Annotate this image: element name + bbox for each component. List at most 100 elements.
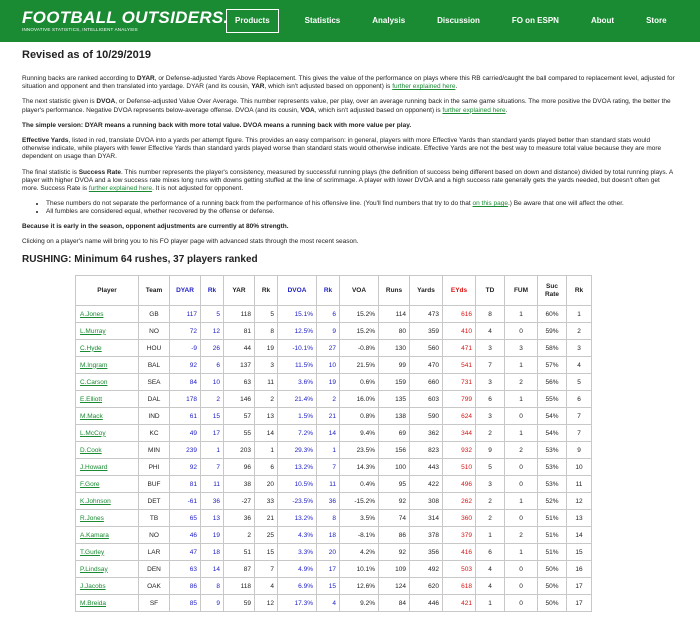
cell-voa: 3.5% <box>339 509 379 528</box>
col-yards[interactable]: Yards <box>409 275 443 307</box>
nav-about[interactable]: About <box>583 9 622 33</box>
col-dvoa[interactable]: DVOA <box>277 275 317 307</box>
player-link[interactable]: K.Johnson <box>80 498 111 505</box>
cell-yar: 87 <box>223 560 255 579</box>
cell-team: LAR <box>138 543 170 562</box>
col-dvoa-rank[interactable]: Rk <box>316 275 340 307</box>
col-yar-rank[interactable]: Rk <box>254 275 278 307</box>
table-row: J.Jacobs OAK 86 8 118 4 6.9% 15 12.6% 124 620 618 4 0… <box>75 577 592 596</box>
col-eyds[interactable]: EYds <box>442 275 476 307</box>
cell-runs: 124 <box>378 577 410 596</box>
player-link[interactable]: E.Elliott <box>80 396 102 403</box>
player-link[interactable]: M.Ingram <box>80 362 107 369</box>
click-player-note: Clicking on a player's name will bring y… <box>22 237 359 245</box>
dvoa-explained-link[interactable]: further explained here <box>442 107 505 114</box>
cell-dyar: -9 <box>169 339 201 358</box>
cell-eyds: 731 <box>442 373 476 392</box>
cell-team: GB <box>138 305 170 324</box>
col-td[interactable]: TD <box>475 275 505 307</box>
site-logo[interactable]: FOOTBALL OUTSIDERS. INNOVATIVE STATISTIC… <box>22 9 229 33</box>
cell-td: 2 <box>475 509 505 528</box>
cell-fum: 1 <box>504 424 538 443</box>
player-link[interactable]: M.Mack <box>80 413 103 420</box>
col-player[interactable]: Player <box>75 275 139 307</box>
cell-dvoa: 13.2% <box>277 458 317 477</box>
table-row: M.Breida SF 85 9 59 12 17.3% 4 9.2% 84 446 421 1 0 50%… <box>75 594 592 613</box>
nav-discussion[interactable]: Discussion <box>429 9 488 33</box>
text-bold: YAR <box>251 83 265 91</box>
ol-page-link[interactable]: on this page <box>473 200 508 207</box>
cell-player-name: C.Carson <box>75 373 139 392</box>
cell-td: 5 <box>475 458 505 477</box>
cell-eyds: 932 <box>442 441 476 460</box>
cell-voa: 0.4% <box>339 475 379 494</box>
cell-suc-rate: 59% <box>537 322 567 341</box>
player-link[interactable]: L.McCoy <box>80 430 106 437</box>
cell-yar-rank: 2 <box>254 390 278 409</box>
cell-voa: 0.8% <box>339 407 379 426</box>
cell-team: DET <box>138 492 170 511</box>
player-link[interactable]: A.Jones <box>80 311 104 318</box>
cell-suc-rank: 17 <box>566 594 592 613</box>
cell-dvoa-rank: 9 <box>316 322 340 341</box>
text: . It is not adjusted for opponent. <box>152 185 244 193</box>
cell-suc-rate: 53% <box>537 441 567 460</box>
player-link[interactable]: C.Hyde <box>80 345 102 352</box>
table-row: M.Mack IND 61 15 57 13 1.5% 21 0.8% 138 590 624 3 0 54… <box>75 407 592 426</box>
cell-voa: 10.1% <box>339 560 379 579</box>
col-suc-rate[interactable]: Suc Rate <box>537 275 567 307</box>
col-yar[interactable]: YAR <box>223 275 255 307</box>
col-runs[interactable]: Runs <box>378 275 410 307</box>
cell-dyar: 117 <box>169 305 201 324</box>
player-link[interactable]: J.Jacobs <box>80 583 106 590</box>
cell-eyds: 379 <box>442 526 476 545</box>
col-suc-rank[interactable]: Rk <box>566 275 592 307</box>
player-link[interactable]: D.Cook <box>80 447 102 454</box>
cell-player-name: C.Hyde <box>75 339 139 358</box>
cell-suc-rank: 16 <box>566 560 592 579</box>
nav-fo-on-espn[interactable]: FO on ESPN <box>504 9 567 33</box>
player-link[interactable]: L.Murray <box>80 328 106 335</box>
player-link[interactable]: A.Kamara <box>80 532 109 539</box>
cell-fum: 0 <box>504 322 538 341</box>
cell-runs: 138 <box>378 407 410 426</box>
cell-player-name: M.Breida <box>75 594 139 613</box>
dyar-explained-link[interactable]: further explained here <box>392 83 455 90</box>
cell-eyds: 510 <box>442 458 476 477</box>
nav-store[interactable]: Store <box>638 9 674 33</box>
col-team[interactable]: Team <box>138 275 170 307</box>
player-link[interactable]: C.Carson <box>80 379 107 386</box>
player-link[interactable]: P.Lindsay <box>80 566 108 573</box>
cell-suc-rank: 7 <box>566 407 592 426</box>
cell-suc-rank: 3 <box>566 339 592 358</box>
success-rate-explained-link[interactable]: further explained here <box>89 185 152 192</box>
cell-suc-rate: 54% <box>537 407 567 426</box>
col-dyar-rank[interactable]: Rk <box>200 275 224 307</box>
nav-products[interactable]: Products <box>226 9 279 33</box>
cell-dvoa: 4.9% <box>277 560 317 579</box>
cell-suc-rank: 12 <box>566 492 592 511</box>
player-link[interactable]: R.Jones <box>80 515 104 522</box>
cell-suc-rate: 52% <box>537 492 567 511</box>
cell-dyar: 178 <box>169 390 201 409</box>
cell-eyds: 410 <box>442 322 476 341</box>
cell-dyar-rank: 6 <box>200 356 224 375</box>
player-link[interactable]: M.Breida <box>80 600 106 607</box>
col-fum[interactable]: FUM <box>504 275 538 307</box>
cell-runs: 86 <box>378 526 410 545</box>
cell-dyar-rank: 7 <box>200 458 224 477</box>
nav-statistics[interactable]: Statistics <box>297 9 349 33</box>
cell-yar: 59 <box>223 594 255 613</box>
player-link[interactable]: J.Howard <box>80 464 107 471</box>
nav-analysis[interactable]: Analysis <box>364 9 413 33</box>
cell-eyds: 421 <box>442 594 476 613</box>
cell-dyar: 46 <box>169 526 201 545</box>
player-link[interactable]: F.Gore <box>80 481 100 488</box>
col-voa[interactable]: VOA <box>339 275 379 307</box>
col-dyar[interactable]: DYAR <box>169 275 201 307</box>
cell-yards: 356 <box>409 543 443 562</box>
cell-dvoa: 7.2% <box>277 424 317 443</box>
player-link[interactable]: T.Gurley <box>80 549 104 556</box>
cell-yar: 57 <box>223 407 255 426</box>
early-season-note: Because it is early in the season, oppon… <box>22 223 678 231</box>
